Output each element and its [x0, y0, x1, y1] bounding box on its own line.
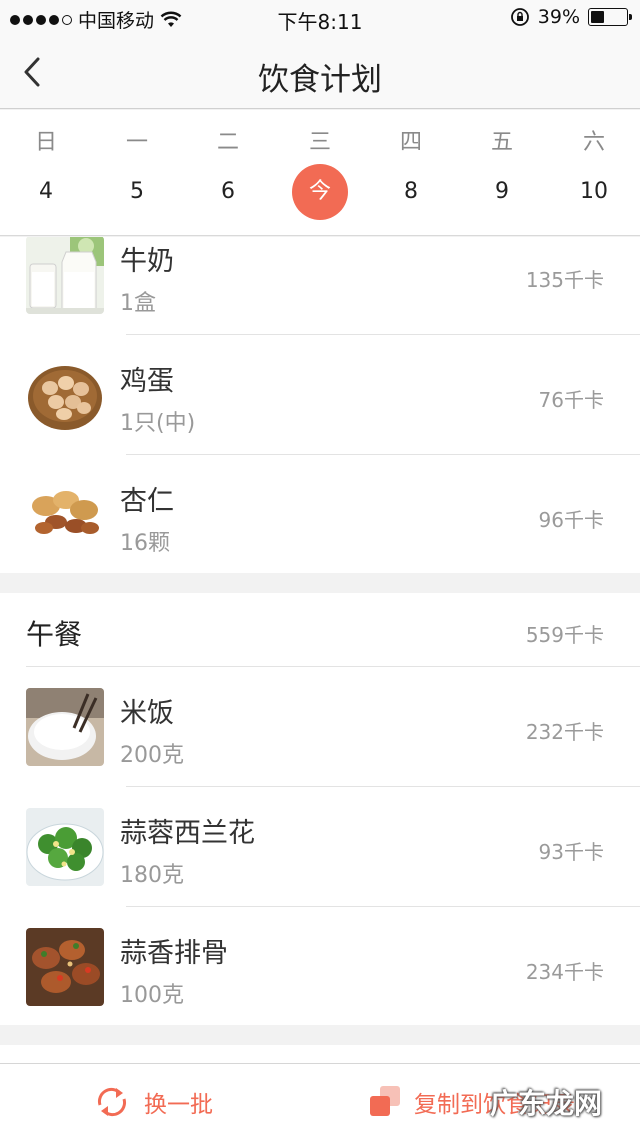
food-calories: 135千卡 [525, 268, 604, 292]
food-amount: 100克 [120, 983, 184, 1008]
rotation-lock-icon [510, 8, 529, 26]
day-number: 9 [495, 179, 509, 204]
watermark-text: 广东龙网 [489, 1087, 602, 1120]
day-friday[interactable]: 五 9 [456, 110, 548, 236]
today-marker: 今 [292, 164, 348, 220]
food-name: 蒜香排骨 [120, 938, 228, 969]
meal-list[interactable]: 牛奶 1盒 135千卡 鸡蛋 1只(中) 76千卡 杏仁 16颗 96千卡 午餐… [0, 237, 640, 1063]
food-item-egg[interactable]: 鸡蛋 1只(中) 76千卡 [0, 335, 640, 455]
day-tuesday[interactable]: 二 6 [182, 110, 274, 236]
food-item-almond[interactable]: 杏仁 16颗 96千卡 [0, 455, 640, 575]
page-title: 饮食计划 [258, 62, 382, 98]
day-name: 二 [216, 130, 239, 155]
food-calories: 232千卡 [525, 720, 604, 744]
refresh-icon [97, 1087, 127, 1116]
meal-total-calories: 559千卡 [525, 623, 604, 647]
rice-image [26, 688, 104, 766]
meal-title: 午餐 [26, 618, 83, 651]
breakfast-section: 牛奶 1盒 135千卡 鸡蛋 1只(中) 76千卡 杏仁 16颗 96千卡 [0, 237, 640, 573]
food-calories: 96千卡 [538, 508, 604, 532]
day-number: 8 [404, 179, 418, 204]
day-name: 四 [399, 130, 422, 155]
day-saturday[interactable]: 六 10 [548, 110, 640, 236]
egg-image [26, 356, 104, 434]
food-name: 蒜蓉西兰花 [120, 818, 255, 849]
almond-image [26, 476, 104, 554]
food-item-milk[interactable]: 牛奶 1盒 135千卡 [0, 237, 640, 335]
day-wednesday-today[interactable]: 三 今 [274, 110, 366, 236]
copy-icon [370, 1085, 400, 1116]
food-amount: 16颗 [120, 531, 170, 556]
day-name: 日 [34, 130, 57, 155]
battery-percent: 39% [537, 6, 580, 28]
food-amount: 180克 [120, 863, 184, 888]
lunch-section: 午餐 559千卡 米饭 200克 232千卡 蒜蓉西兰花 180克 93千卡 蒜… [0, 593, 640, 1025]
status-bar: 中国移动 下午8:11 39% [0, 0, 640, 36]
milk-image [26, 237, 104, 314]
day-sunday[interactable]: 日 4 [0, 110, 92, 236]
food-name: 鸡蛋 [120, 366, 174, 397]
battery-area: 39% [510, 6, 632, 28]
next-meal-section [0, 1045, 640, 1063]
day-name: 六 [582, 130, 605, 155]
day-number: 6 [221, 179, 235, 204]
food-name: 牛奶 [120, 246, 174, 277]
food-amount: 1盒 [120, 291, 156, 316]
day-number: 10 [580, 179, 608, 204]
day-name: 一 [125, 130, 148, 155]
day-number: 4 [39, 179, 53, 204]
ribs-image [26, 928, 104, 1006]
food-name: 杏仁 [120, 486, 174, 517]
week-selector: 日 4 一 5 二 6 三 今 四 8 五 9 六 10 [0, 110, 640, 236]
day-thursday[interactable]: 四 8 [365, 110, 457, 236]
broccoli-image [26, 808, 104, 886]
food-item-rice[interactable]: 米饭 200克 232千卡 [0, 667, 640, 787]
food-name: 米饭 [120, 698, 174, 729]
refresh-plan-button[interactable]: 换一批 [92, 1064, 213, 1138]
day-number: 5 [130, 179, 144, 204]
food-amount: 200克 [120, 743, 184, 768]
day-monday[interactable]: 一 5 [91, 110, 183, 236]
food-calories: 234千卡 [525, 960, 604, 984]
food-calories: 76千卡 [538, 388, 604, 412]
food-item-garlic-broccoli[interactable]: 蒜蓉西兰花 180克 93千卡 [0, 787, 640, 907]
food-calories: 93千卡 [538, 840, 604, 864]
day-name: 五 [490, 130, 513, 155]
battery-icon [588, 8, 632, 26]
day-name: 三 [308, 130, 331, 155]
food-amount: 1只(中) [120, 411, 196, 436]
navigation-bar: 饮食计划 [0, 36, 640, 109]
food-item-garlic-ribs[interactable]: 蒜香排骨 100克 234千卡 [0, 907, 640, 1027]
refresh-label: 换一批 [144, 1091, 213, 1118]
